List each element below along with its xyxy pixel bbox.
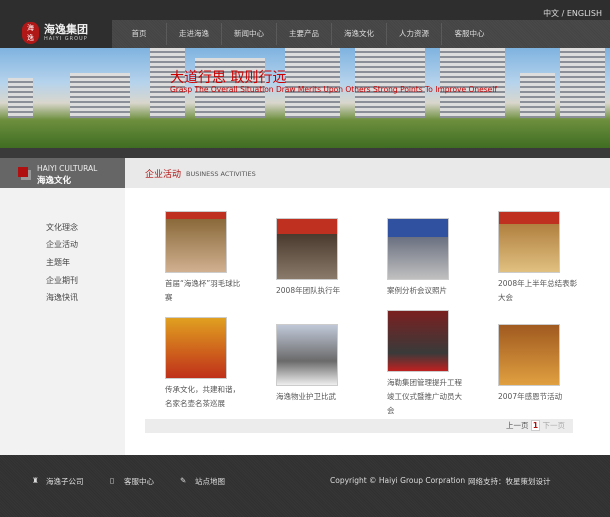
logo-seal-icon: 海逸 bbox=[22, 22, 39, 44]
photo[interactable] bbox=[165, 211, 227, 273]
sidebar-item-activities[interactable]: 企业活动 bbox=[46, 239, 78, 250]
language-switch[interactable]: 中文 / ENGLISH bbox=[543, 8, 602, 19]
section-label: HAIYI CULTURAL 海逸文化 bbox=[0, 158, 125, 188]
sidebar-item-culture-concept[interactable]: 文化理念 bbox=[46, 222, 78, 233]
nav-home[interactable]: 首页 bbox=[112, 23, 167, 45]
gallery-item[interactable]: 海勒集团管理提升工程竣工仪式暨推广动员大会 bbox=[387, 310, 467, 418]
phone-icon: ▯ bbox=[110, 476, 115, 485]
divider-band bbox=[0, 148, 610, 158]
section-label-en: HAIYI CULTURAL bbox=[37, 164, 98, 173]
page-title: 企业活动 bbox=[145, 170, 182, 180]
gallery-item[interactable]: 案例分析会议照片 bbox=[387, 218, 467, 298]
section-label-cn: 海逸文化 bbox=[37, 176, 72, 186]
pagination: 上一页 1 下一页 bbox=[145, 419, 573, 433]
banner: 大道行思 取则行远 Grasp The Overall Situation Dr… bbox=[0, 48, 610, 148]
top-bar: 中文 / ENGLISH 海逸 海逸集团 HAIYI GROUP 首页 走进海逸 … bbox=[0, 0, 610, 48]
gallery-item[interactable]: 2008年上半年总结表彰大会 bbox=[498, 211, 578, 305]
caption[interactable]: 2007年感恩节活动 bbox=[498, 390, 578, 404]
gallery-item[interactable]: 2007年感恩节活动 bbox=[498, 324, 578, 404]
photo[interactable] bbox=[276, 218, 338, 280]
sidebar-item-news-flash[interactable]: 海逸快讯 bbox=[46, 292, 78, 303]
prev-page[interactable]: 上一页 bbox=[506, 421, 529, 430]
photo[interactable] bbox=[387, 218, 449, 280]
gallery-item[interactable]: 海逸物业护卫比武 bbox=[276, 324, 356, 404]
caption[interactable]: 首届“海逸杯”羽毛球比赛 bbox=[165, 277, 245, 305]
footer-sitemap[interactable]: 站点地图 bbox=[195, 476, 225, 487]
copyright: Copyright © Haiyi Group Corpration bbox=[330, 476, 466, 485]
photo[interactable] bbox=[276, 324, 338, 386]
edit-icon: ✎ bbox=[180, 476, 187, 485]
nav-service[interactable]: 客服中心 bbox=[442, 23, 497, 45]
gallery-item[interactable]: 首届“海逸杯”羽毛球比赛 bbox=[165, 211, 245, 305]
caption[interactable]: 案例分析会议照片 bbox=[387, 284, 467, 298]
page-title-en: BUSINESS ACTIVITIES bbox=[186, 170, 256, 178]
photo[interactable] bbox=[498, 211, 560, 273]
caption[interactable]: 海逸物业护卫比武 bbox=[276, 390, 356, 404]
nav-news[interactable]: 新闻中心 bbox=[222, 23, 277, 45]
caption[interactable]: 2008年上半年总结表彰大会 bbox=[498, 277, 578, 305]
photo[interactable] bbox=[498, 324, 560, 386]
square-icon bbox=[18, 167, 28, 177]
sidebar: 文化理念 企业活动 主题年 企业期刊 海逸快讯 bbox=[0, 188, 125, 455]
gallery-item[interactable]: 2008年团队执行年 bbox=[276, 218, 356, 298]
banner-slogan-en: Grasp The Overall Situation Draw Merits … bbox=[170, 85, 498, 94]
logo-text: 海逸集团 bbox=[44, 23, 88, 36]
support-credit[interactable]: 网络支持：牧星策划设计 bbox=[468, 476, 551, 487]
nav-culture[interactable]: 海逸文化 bbox=[332, 23, 387, 45]
sidebar-item-journal[interactable]: 企业期刊 bbox=[46, 275, 78, 286]
page-title-bar: 企业活动 BUSINESS ACTIVITIES bbox=[125, 158, 610, 188]
gallery-item[interactable]: 传承文化，共建和谐，名家名壶名茶巡展 bbox=[165, 317, 245, 411]
footer-subsidiaries[interactable]: 海逸子公司 bbox=[46, 476, 84, 487]
current-page[interactable]: 1 bbox=[530, 420, 541, 431]
nav-hr[interactable]: 人力资源 bbox=[387, 23, 442, 45]
photo[interactable] bbox=[165, 317, 227, 379]
sidebar-item-theme-year[interactable]: 主题年 bbox=[46, 257, 70, 268]
caption[interactable]: 海勒集团管理提升工程竣工仪式暨推广动员大会 bbox=[387, 376, 467, 418]
building-icon: ♜ bbox=[32, 476, 39, 485]
nav-about[interactable]: 走进海逸 bbox=[167, 23, 222, 45]
caption[interactable]: 2008年团队执行年 bbox=[276, 284, 356, 298]
next-page[interactable]: 下一页 bbox=[543, 421, 566, 430]
caption[interactable]: 传承文化，共建和谐，名家名壶名茶巡展 bbox=[165, 383, 245, 411]
nav-products[interactable]: 主要产品 bbox=[277, 23, 332, 45]
footer-service[interactable]: 客服中心 bbox=[124, 476, 154, 487]
photo[interactable] bbox=[387, 310, 449, 372]
footer: ♜ 海逸子公司 ▯ 客服中心 ✎ 站点地图 Copyright © Haiyi … bbox=[0, 455, 610, 517]
logo[interactable]: 海逸 海逸集团 HAIYI GROUP bbox=[22, 22, 88, 44]
main-nav: 首页 走进海逸 新闻中心 主要产品 海逸文化 人力资源 客服中心 bbox=[112, 20, 610, 48]
logo-subtext: HAIYI GROUP bbox=[44, 36, 88, 42]
banner-slogan: 大道行思 取则行远 bbox=[170, 70, 287, 86]
